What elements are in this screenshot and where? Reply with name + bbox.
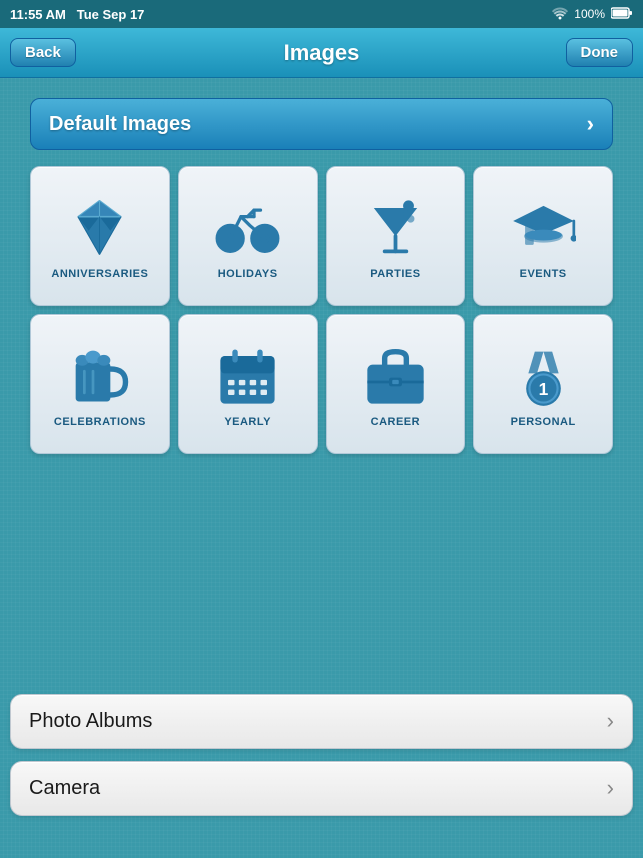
default-images-button[interactable]: Default Images › xyxy=(30,98,613,150)
svg-text:1: 1 xyxy=(538,379,548,399)
main-content: Default Images › xyxy=(0,78,643,494)
default-images-label: Default Images xyxy=(49,113,191,136)
briefcase-icon xyxy=(363,343,428,408)
done-button[interactable]: Done xyxy=(566,38,634,67)
camera-button[interactable]: Camera › xyxy=(10,761,633,816)
medal-icon: 1 xyxy=(511,343,576,408)
yearly-label: YEARLY xyxy=(224,416,271,428)
category-yearly[interactable]: YEARLY xyxy=(178,314,318,454)
graduation-icon xyxy=(511,195,576,260)
status-bar: 11:55 AM Tue Sep 17 100% xyxy=(0,0,643,28)
back-button[interactable]: Back xyxy=(10,38,76,67)
battery-label: 100% xyxy=(574,7,605,21)
events-label: EVENTS xyxy=(520,268,567,280)
photo-albums-chevron: › xyxy=(607,708,614,734)
category-personal[interactable]: 1 PERSONAL xyxy=(473,314,613,454)
categories-grid: ANNIVERSARIES HOLIDAYS xyxy=(30,166,613,454)
cocktail-icon xyxy=(363,195,428,260)
photo-albums-label: Photo Albums xyxy=(29,710,152,733)
beer-icon xyxy=(67,343,132,408)
personal-label: PERSONAL xyxy=(511,416,576,428)
wifi-icon xyxy=(552,6,568,23)
category-anniversaries[interactable]: ANNIVERSARIES xyxy=(30,166,170,306)
photo-albums-button[interactable]: Photo Albums › xyxy=(10,694,633,749)
career-label: CAREER xyxy=(371,416,420,428)
nav-bar: Back Images Done xyxy=(0,28,643,78)
page-title: Images xyxy=(284,40,360,66)
category-parties[interactable]: PARTIES xyxy=(326,166,466,306)
calendar-icon xyxy=(215,343,280,408)
category-career[interactable]: CAREER xyxy=(326,314,466,454)
diamond-icon xyxy=(67,195,132,260)
camera-chevron: › xyxy=(607,775,614,801)
anniversaries-label: ANNIVERSARIES xyxy=(51,268,148,280)
default-images-chevron: › xyxy=(587,111,594,137)
bicycle-icon xyxy=(215,195,280,260)
bottom-buttons: Photo Albums › Camera › xyxy=(0,694,643,816)
battery-icon xyxy=(611,7,633,22)
camera-label: Camera xyxy=(29,777,100,800)
category-celebrations[interactable]: CELEBRATIONS xyxy=(30,314,170,454)
parties-label: PARTIES xyxy=(370,268,420,280)
category-events[interactable]: EVENTS xyxy=(473,166,613,306)
celebrations-label: CELEBRATIONS xyxy=(54,416,146,428)
status-time: 11:55 AM Tue Sep 17 xyxy=(10,7,144,22)
category-holidays[interactable]: HOLIDAYS xyxy=(178,166,318,306)
holidays-label: HOLIDAYS xyxy=(218,268,278,280)
status-right: 100% xyxy=(552,6,633,23)
